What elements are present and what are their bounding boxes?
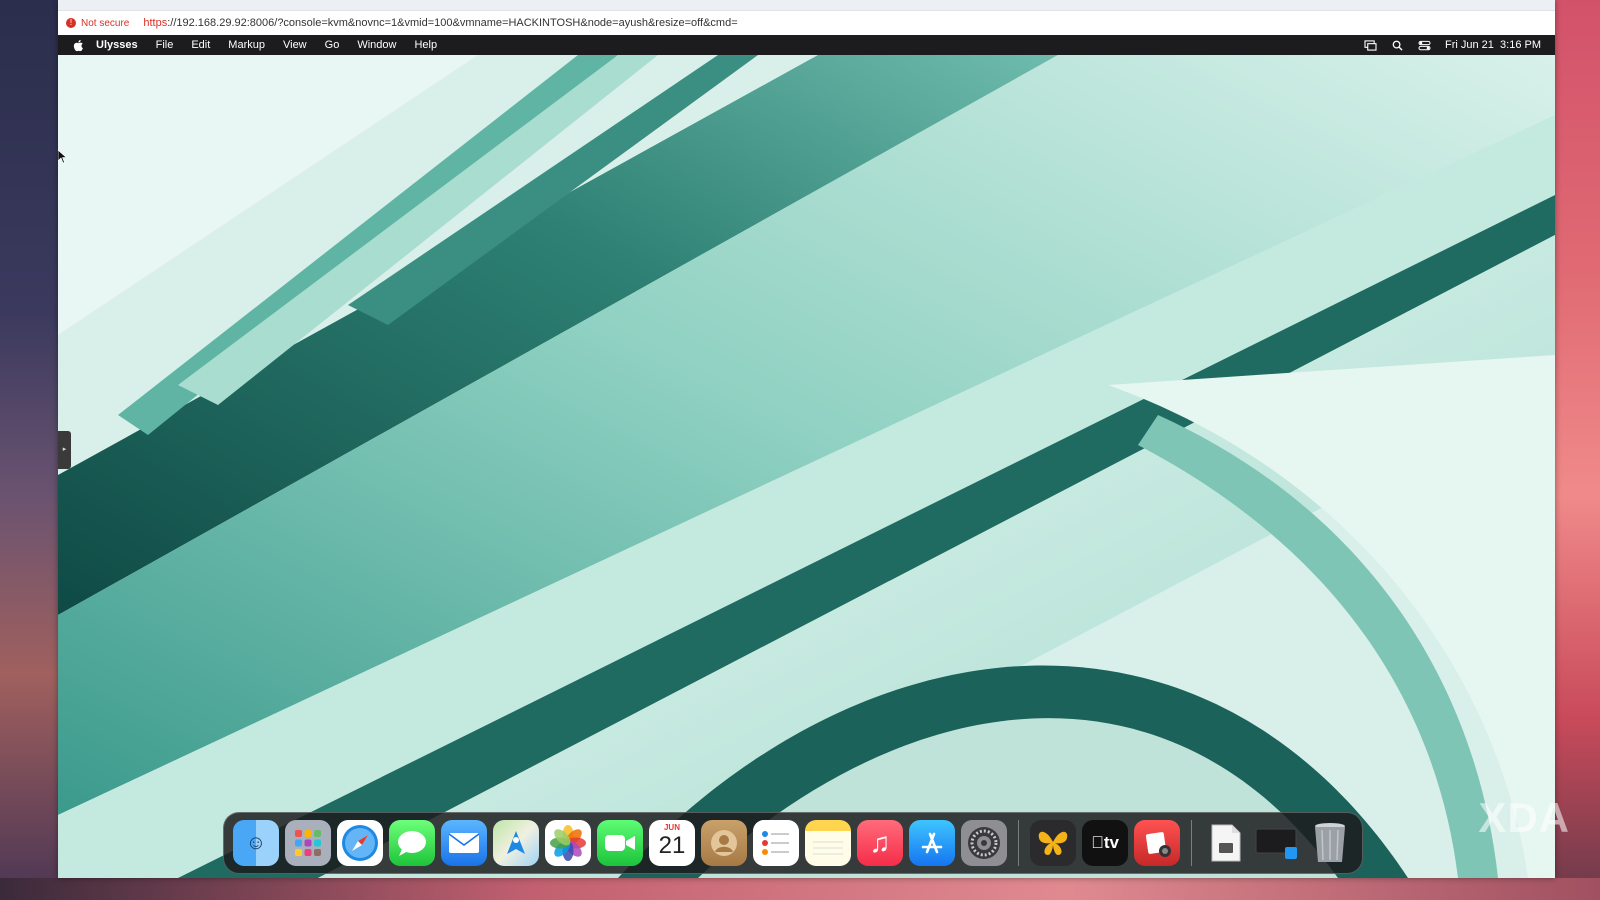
url-path: ://192.168.29.92:8006/?console=kvm&novnc… — [167, 17, 738, 29]
calendar-day: 21 — [658, 832, 686, 859]
menu-window[interactable]: Window — [357, 39, 396, 51]
dock-notes[interactable] — [805, 820, 851, 866]
dock-messages[interactable] — [389, 820, 435, 866]
search-icon[interactable] — [1391, 40, 1404, 51]
apple-logo-icon[interactable] — [72, 39, 84, 52]
control-center-icon[interactable] — [1418, 40, 1431, 51]
settings-icon — [968, 827, 1000, 859]
photos-icon — [550, 825, 586, 861]
dock-contacts[interactable] — [701, 820, 747, 866]
launchpad-icon — [295, 830, 321, 856]
dock-app-store[interactable] — [909, 820, 955, 866]
app-store-icon — [921, 832, 943, 854]
apple-tv-label: tv — [1097, 833, 1119, 852]
novnc-side-panel-toggle[interactable]: ▸ — [58, 431, 71, 469]
url-scheme: https — [143, 17, 168, 29]
dock-photos[interactable] — [545, 820, 591, 866]
finder-icon: ☺ — [245, 831, 267, 854]
menu-file[interactable]: File — [156, 39, 174, 51]
dock-system-settings[interactable] — [961, 820, 1007, 866]
host-desktop-bottom — [0, 878, 1600, 900]
security-label[interactable]: Not secure — [81, 18, 129, 29]
menu-go[interactable]: Go — [325, 39, 340, 51]
dock-photo-booth[interactable] — [1134, 820, 1180, 866]
address-bar[interactable]: ! Not secure https://192.168.29.92:8006/… — [58, 11, 1555, 36]
trash-icon — [1315, 823, 1345, 862]
mouse-cursor-icon — [58, 150, 68, 164]
dock-mail[interactable] — [441, 820, 487, 866]
screen-icon — [1255, 828, 1297, 859]
host-desktop-left — [0, 0, 58, 900]
dock-reminders[interactable] — [753, 820, 799, 866]
dock-separator-2 — [1191, 820, 1192, 866]
apple-tv-icon:  — [1091, 833, 1104, 853]
dock-music[interactable]: ♫ — [857, 820, 903, 866]
dock-document[interactable] — [1203, 820, 1249, 866]
notes-icon — [813, 841, 843, 855]
dock-maps[interactable] — [493, 820, 539, 866]
menu-help[interactable]: Help — [414, 39, 437, 51]
photo-booth-icon — [1145, 832, 1171, 857]
menu-app-name[interactable]: Ulysses — [96, 39, 138, 51]
ulysses-icon — [1038, 831, 1068, 855]
host-desktop-right — [1555, 0, 1600, 900]
wallpaper-graphic — [58, 55, 1555, 878]
url-text[interactable]: https://192.168.29.92:8006/?console=kvm&… — [143, 17, 737, 29]
facetime-icon — [605, 835, 635, 851]
menu-edit[interactable]: Edit — [191, 39, 210, 51]
browser-window: ! Not secure https://192.168.29.92:8006/… — [58, 0, 1555, 878]
menubar-clock[interactable]: Fri Jun 21 3:16 PM — [1445, 39, 1541, 51]
screen-mirroring-icon[interactable] — [1364, 39, 1377, 51]
dock-safari[interactable] — [337, 820, 383, 866]
dock-finder[interactable]: ☺ — [233, 820, 279, 866]
dock-ulysses[interactable] — [1030, 820, 1076, 866]
dock-launchpad[interactable] — [285, 820, 331, 866]
dock-apple-tv[interactable]: tv — [1082, 820, 1128, 866]
browser-title-strip — [58, 0, 1555, 11]
dock-screen[interactable] — [1255, 820, 1301, 866]
menu-markup[interactable]: Markup — [228, 39, 265, 51]
not-secure-icon[interactable]: ! — [66, 18, 76, 28]
vm-console[interactable]: Ulysses File Edit Markup View Go Window … — [58, 35, 1555, 878]
dock-trash[interactable] — [1307, 820, 1353, 866]
calendar-month: JUN — [663, 823, 680, 832]
menu-view[interactable]: View — [283, 39, 307, 51]
dock-calendar[interactable]: JUN 21 — [649, 820, 695, 866]
reminders-icon — [762, 831, 789, 855]
music-icon: ♫ — [869, 827, 891, 858]
mac-menubar: Ulysses File Edit Markup View Go Window … — [58, 35, 1555, 55]
contacts-icon — [711, 830, 737, 856]
dock-facetime[interactable] — [597, 820, 643, 866]
messages-icon — [398, 831, 426, 856]
xda-watermark: XDA — [1478, 794, 1570, 841]
mac-desktop-wallpaper[interactable] — [58, 55, 1555, 878]
maps-icon — [507, 831, 525, 854]
mac-dock: ☺ JUN 21 ♫ tv — [223, 812, 1363, 874]
menubar-status-area: Fri Jun 21 3:16 PM — [1364, 39, 1555, 51]
mail-icon — [448, 833, 480, 853]
safari-icon — [342, 825, 378, 861]
document-icon — [1211, 824, 1241, 862]
dock-separator — [1018, 820, 1019, 866]
